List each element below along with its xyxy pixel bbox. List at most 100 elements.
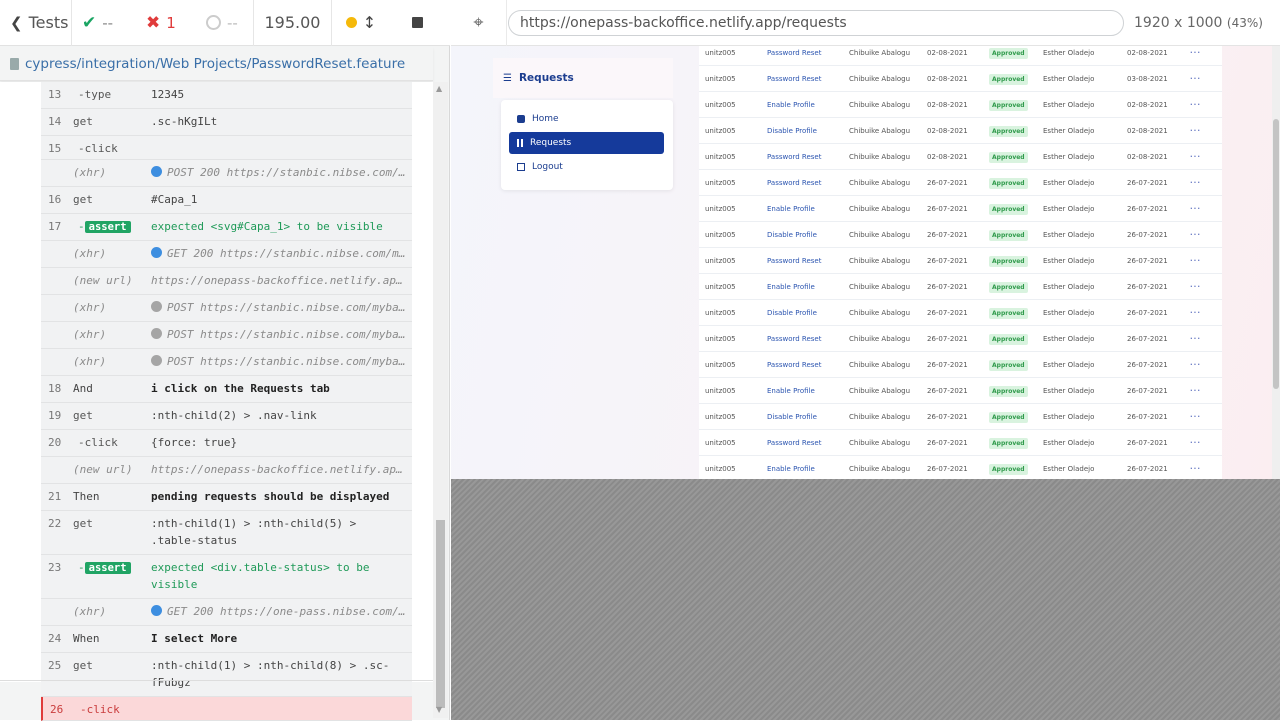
cell-approver: Esther Oladejo: [1043, 386, 1095, 395]
scrollbar-thumb[interactable]: [436, 520, 445, 708]
cell-user: unitz005: [705, 230, 736, 239]
command-row[interactable]: 22 get:nth-child(1) > :nth-child(5) > .ta…: [41, 511, 412, 555]
command-number: 16: [48, 193, 62, 206]
command-number: 18: [48, 382, 62, 395]
command-event[interactable]: (new url) https://onepass-backoffice.netl…: [41, 457, 412, 484]
command-row[interactable]: 13 -type 12345: [41, 82, 412, 109]
command-event[interactable]: (xhr) POST https://stanbic.nibse.com/myba…: [41, 322, 412, 349]
more-options-icon[interactable]: ···: [1190, 127, 1220, 135]
cell-date: 26-07-2021: [927, 360, 968, 369]
status-badge: Approved: [989, 177, 1028, 189]
command-name: When: [73, 632, 100, 645]
command-name: - assert: [73, 214, 151, 240]
more-options-icon[interactable]: ···: [1190, 335, 1220, 343]
command-message: GET 200 https://stanbic.nibse.com/mybank…: [151, 239, 412, 267]
more-options-icon[interactable]: ···: [1190, 257, 1220, 265]
command-number: [41, 457, 73, 483]
stop-button[interactable]: [390, 0, 444, 46]
command-message: POST https://stanbic.nibse.com/mybank/ap…: [151, 347, 412, 375]
command-message: expected <svg#Capa_1> to be visible: [151, 220, 383, 233]
autoscroll-toggle[interactable]: ↕: [332, 0, 390, 46]
cell-user: unitz005: [705, 360, 736, 369]
command-event[interactable]: (xhr) GET 200 https://stanbic.nibse.com/m…: [41, 241, 412, 268]
cell-approver: Esther Oladejo: [1043, 230, 1095, 239]
command-event[interactable]: (xhr) POST 200 https://stanbic.nibse.com/…: [41, 160, 412, 187]
passed-count: ✔ --: [82, 12, 114, 33]
more-options-icon[interactable]: ···: [1190, 439, 1220, 447]
cell-status: Approved: [989, 255, 1043, 267]
command-message: #Capa_1: [151, 193, 198, 206]
sidebar-nav: Home Requests Logout: [501, 100, 673, 190]
cell-type: Password Reset: [767, 74, 822, 83]
spec-path-bar[interactable]: cypress/integration/Web Projects/Passwor…: [0, 47, 433, 81]
more-options-icon[interactable]: ···: [1190, 205, 1220, 213]
more-options-icon[interactable]: ···: [1190, 75, 1220, 83]
cell-approver: Esther Oladejo: [1043, 178, 1095, 187]
table-row: unitz005 Password Reset Chibuike Abalogu 26…: [699, 326, 1222, 352]
scroll-up-icon[interactable]: ▲: [436, 84, 442, 93]
nav-requests[interactable]: Requests: [509, 132, 664, 154]
url-bar[interactable]: https://onepass-backoffice.netlify.app/r…: [508, 9, 1124, 36]
nav-logout[interactable]: Logout: [509, 156, 664, 178]
more-options-icon[interactable]: ···: [1190, 101, 1220, 109]
command-message: :nth-child(2) > .nav-link: [151, 409, 317, 422]
command-row[interactable]: 20 -click {force: true}: [41, 430, 412, 457]
command-row[interactable]: 19 get:nth-child(2) > .nav-link: [41, 403, 412, 430]
cell-requester: Chibuike Abalogu: [849, 204, 911, 213]
table-row: unitz005 Disable Profile Chibuike Abalogu 2…: [699, 404, 1222, 430]
command-row[interactable]: 14 get .sc-hKgILt: [41, 109, 412, 136]
more-options-icon[interactable]: ···: [1190, 49, 1220, 57]
command-message: [153, 695, 412, 720]
more-options-icon[interactable]: ···: [1190, 153, 1220, 161]
command-row[interactable]: 18 And i click on the Requests tab: [41, 376, 412, 403]
app-scrollbar[interactable]: [1272, 46, 1280, 479]
more-options-icon[interactable]: ···: [1190, 361, 1220, 369]
reporter-scrollbar[interactable]: ▲ ▼: [433, 82, 448, 718]
command-number: [41, 349, 73, 375]
more-options-icon[interactable]: ···: [1190, 231, 1220, 239]
command-number: 19: [48, 409, 62, 422]
table-row: unitz005 Enable Profile Chibuike Abalogu 26…: [699, 196, 1222, 222]
cell-user: unitz005: [705, 178, 736, 187]
selector-playground-button[interactable]: ⌖: [451, 0, 507, 46]
chevron-left-icon: ❮: [10, 13, 23, 32]
command-row[interactable]: 25 get:nth-child(1) > :nth-child(8) > .sc…: [41, 653, 412, 697]
tests-button[interactable]: ❮ Tests: [0, 0, 72, 46]
scroll-down-icon[interactable]: ▼: [436, 705, 442, 714]
more-options-icon[interactable]: ···: [1190, 179, 1220, 187]
nav-home[interactable]: Home: [509, 108, 664, 130]
status-badge: Approved: [989, 281, 1028, 293]
cell-type: Password Reset: [767, 256, 822, 265]
more-options-icon[interactable]: ···: [1190, 413, 1220, 421]
scrollbar-thumb[interactable]: [1273, 119, 1279, 389]
cell-status: Approved: [989, 437, 1043, 449]
more-options-icon[interactable]: ···: [1190, 283, 1220, 291]
command-event[interactable]: (new url) https://onepass-backoffice.netl…: [41, 268, 412, 295]
duration-display: 195.00: [254, 0, 332, 46]
command-message: https://onepass-backoffice.netlify.app/r…: [151, 463, 412, 476]
command-row[interactable]: 23- assert expected <div.table-status> to …: [41, 555, 412, 599]
cell-approver: Esther Oladejo: [1043, 282, 1095, 291]
command-row[interactable]: 15 -click: [41, 136, 412, 160]
command-name: get: [73, 115, 93, 128]
cell-approved-date: 26-07-2021: [1127, 204, 1168, 213]
cell-type: Enable Profile: [767, 386, 815, 395]
more-options-icon[interactable]: ···: [1190, 387, 1220, 395]
command-row[interactable]: 21 Then pending requests should be display…: [41, 484, 412, 511]
command-row[interactable]: 26 -click: [41, 697, 412, 721]
cell-requester: Chibuike Abalogu: [849, 126, 911, 135]
command-row[interactable]: 17- assert expected <svg#Capa_1> to be vis…: [41, 214, 412, 241]
cell-type: Enable Profile: [767, 100, 815, 109]
status-badge: Approved: [989, 47, 1028, 59]
more-options-icon[interactable]: ···: [1190, 309, 1220, 317]
command-event[interactable]: (xhr) GET 200 https://one-pass.nibse.com/…: [41, 599, 412, 626]
table-row: unitz005 Password Reset Chibuike Abalogu 02…: [699, 144, 1222, 170]
command-number: [41, 599, 73, 625]
command-row[interactable]: 24 When I select More: [41, 626, 412, 653]
command-row[interactable]: 16 get #Capa_1: [41, 187, 412, 214]
cell-status: Approved: [989, 73, 1043, 85]
more-options-icon[interactable]: ···: [1190, 465, 1220, 473]
command-event[interactable]: (xhr) POST https://stanbic.nibse.com/myba…: [41, 295, 412, 322]
command-event[interactable]: (xhr) POST https://stanbic.nibse.com/myba…: [41, 349, 412, 376]
cell-approved-date: 02-08-2021: [1127, 100, 1168, 109]
